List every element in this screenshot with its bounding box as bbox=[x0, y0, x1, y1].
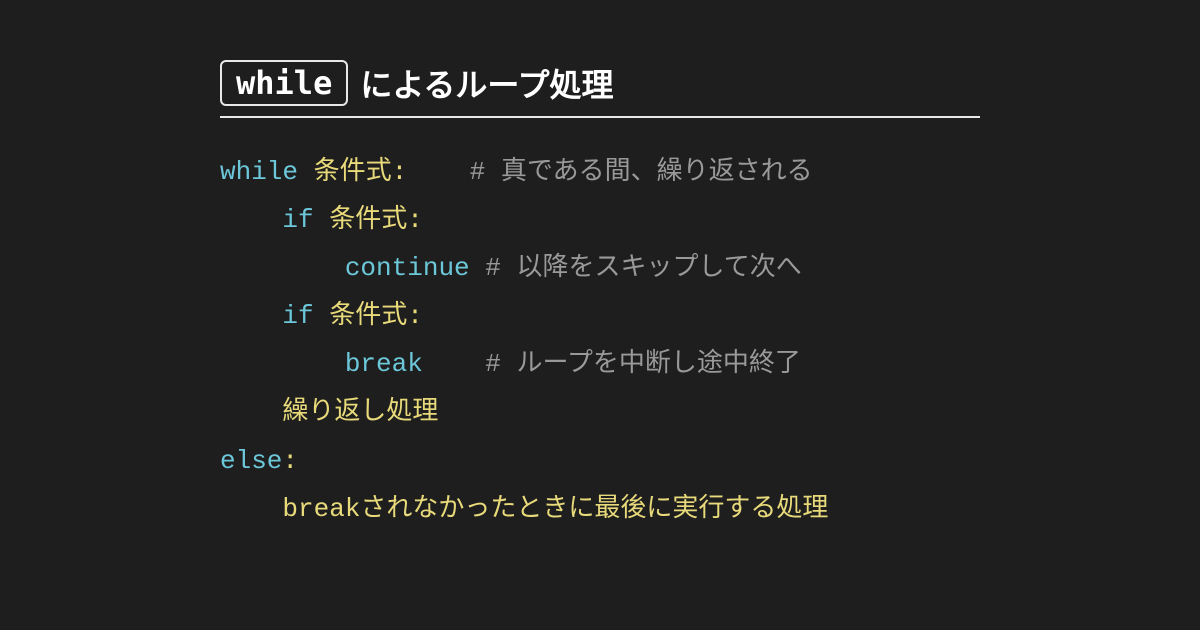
code-text: 条件式: bbox=[314, 301, 423, 331]
code-comment: # ループを中断し途中終了 bbox=[485, 349, 801, 379]
code-text: : bbox=[282, 446, 298, 476]
code-text: breakされなかったときに最後に実行する処理 bbox=[282, 494, 828, 524]
title-text: によるループ処理 bbox=[360, 60, 613, 106]
code-line-5: break # ループを中断し途中終了 bbox=[220, 349, 801, 379]
code-text: 条件式: bbox=[314, 205, 423, 235]
code-comment: # 以降をスキップして次へ bbox=[485, 253, 801, 283]
code-indent bbox=[220, 205, 282, 235]
title-divider bbox=[220, 116, 980, 118]
code-block: while 条件式: # 真である間、繰り返される if 条件式: contin… bbox=[220, 148, 980, 533]
keyword-continue: continue bbox=[345, 253, 470, 283]
code-indent bbox=[220, 349, 345, 379]
keyword-break: break bbox=[345, 349, 423, 379]
code-indent bbox=[220, 494, 282, 524]
code-line-6: 繰り返し処理 bbox=[220, 397, 438, 427]
keyword-else: else bbox=[220, 446, 282, 476]
code-indent bbox=[220, 397, 282, 427]
code-line-7: else: bbox=[220, 446, 298, 476]
code-comment: # 真である間、繰り返される bbox=[470, 157, 813, 187]
title-keyword-box: while bbox=[220, 60, 348, 106]
code-line-2: if 条件式: bbox=[220, 205, 423, 235]
code-line-4: if 条件式: bbox=[220, 301, 423, 331]
code-text bbox=[470, 253, 486, 283]
keyword-while: while bbox=[220, 157, 298, 187]
code-indent bbox=[220, 301, 282, 331]
keyword-if: if bbox=[282, 301, 313, 331]
code-line-8: breakされなかったときに最後に実行する処理 bbox=[220, 494, 828, 524]
title-row: while によるループ処理 bbox=[220, 60, 980, 106]
code-indent bbox=[220, 253, 345, 283]
code-text: 条件式: bbox=[298, 157, 470, 187]
code-text bbox=[423, 349, 485, 379]
code-text: 繰り返し処理 bbox=[282, 397, 438, 427]
code-line-1: while 条件式: # 真である間、繰り返される bbox=[220, 157, 813, 187]
keyword-if: if bbox=[282, 205, 313, 235]
code-line-3: continue # 以降をスキップして次へ bbox=[220, 253, 802, 283]
